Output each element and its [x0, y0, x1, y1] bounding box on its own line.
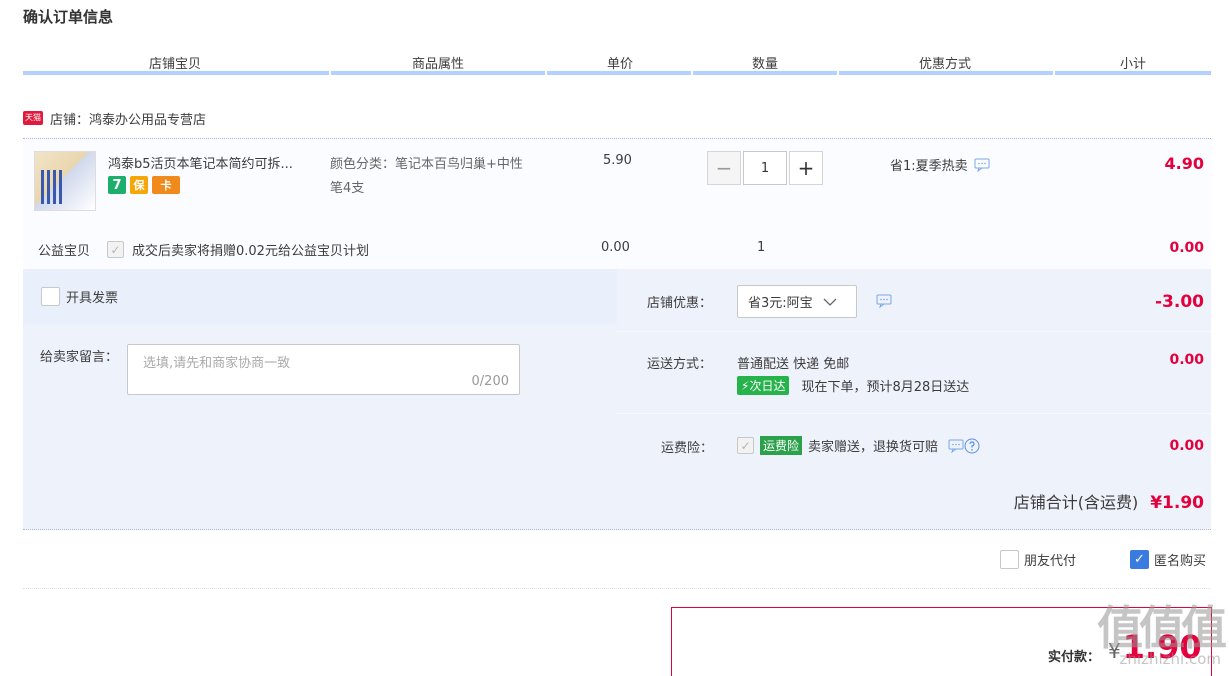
charity-quantity: 1 — [757, 240, 766, 255]
shop-discount-selected: 省3元:阿宝 — [748, 296, 813, 311]
shop-total: 店铺合计(含运费) ¥1.90 — [1014, 489, 1204, 513]
column-header-bar — [23, 71, 1211, 76]
divider — [617, 331, 1211, 332]
anonymous-checkbox[interactable]: ✓ — [1130, 550, 1149, 569]
payment-label: 实付款： — [1048, 650, 1101, 665]
column-header-unit-price: 单价 — [606, 57, 633, 72]
message-textarea[interactable]: 选填,请先和商家协商一致 0/200 — [127, 344, 520, 395]
friend-pay-checkbox[interactable] — [1000, 550, 1019, 569]
page-title: 确认订单信息 — [23, 8, 114, 26]
shop-discount-label: 店铺优惠： — [647, 296, 713, 311]
comment-icon[interactable] — [876, 294, 892, 308]
shop-name[interactable]: 店铺：鸿泰办公用品专营店 — [50, 109, 206, 128]
column-header-attributes: 商品属性 — [411, 57, 464, 72]
message-placeholder: 选填,请先和商家协商一致 — [143, 356, 291, 371]
charity-price: 0.00 — [601, 240, 630, 255]
qty-plus-button[interactable]: + — [789, 151, 823, 185]
divider — [617, 413, 1211, 414]
shipping-method: 普通配送 快递 免邮 — [737, 357, 850, 372]
product-attr-line1: 颜色分类：笔记本百鸟归巢+中性 — [330, 157, 523, 172]
charity-subtotal: 0.00 — [1169, 240, 1204, 256]
invoice-label: 开具发票 — [66, 291, 119, 306]
anonymous-option[interactable]: ✓ 匿名购买 — [1130, 550, 1206, 569]
product-attr-line2: 笔4支 — [330, 181, 365, 196]
insurance-label: 运费险： — [661, 441, 714, 456]
tmall-badge-icon: 天猫 — [23, 111, 43, 125]
column-header-subtotal: 小计 — [1119, 57, 1146, 72]
comment-icon[interactable] — [948, 439, 964, 453]
shipping-eta-row: ⚡次日达 现在下单，预计8月28日送达 — [737, 376, 969, 395]
credit-card-icon[interactable]: 卡 — [152, 176, 180, 194]
shipping-amount: 0.00 — [1169, 352, 1204, 368]
shop-discount-amount: -3.00 — [1155, 292, 1204, 312]
item-promo-text: 省1:夏季热卖 — [890, 159, 968, 174]
friend-pay-option[interactable]: 朋友代付 — [1000, 550, 1076, 569]
divider — [23, 588, 1211, 589]
column-header-quantity: 数量 — [751, 57, 778, 72]
qty-minus-button[interactable]: − — [707, 151, 741, 185]
shipping-eta: 现在下单，预计8月28日送达 — [801, 380, 970, 395]
message-counter: 0/200 — [471, 374, 509, 389]
guarantee-icon[interactable]: 保 — [130, 176, 148, 194]
item-subtotal: 4.90 — [1164, 154, 1204, 173]
qty-input[interactable]: 1 — [743, 151, 787, 185]
item-unit-price: 5.90 — [603, 153, 632, 168]
comment-icon[interactable] — [974, 158, 990, 172]
shipping-label: 运送方式： — [647, 357, 713, 372]
invoice-option[interactable]: 开具发票 — [41, 287, 118, 306]
help-icon[interactable] — [964, 438, 980, 454]
friend-pay-label: 朋友代付 — [1024, 554, 1077, 569]
charity-text: 成交后卖家将捐赠0.02元给公益宝贝计划 — [132, 244, 369, 259]
product-name-link[interactable]: 鸿泰b5活页本笔记本简约可拆... — [108, 153, 320, 172]
message-label: 给卖家留言： — [40, 350, 119, 365]
insurance-row: ✓ 运费险 卖家赠送，退换货可赔 — [737, 436, 980, 455]
shop-total-label: 店铺合计(含运费) — [1013, 493, 1139, 512]
charity-row: ✓ 成交后卖家将捐赠0.02元给公益宝贝计划 — [107, 240, 369, 259]
invoice-checkbox[interactable] — [41, 287, 60, 306]
product-tags: 7 保 卡 — [108, 176, 184, 194]
item-promo: 省1:夏季热卖 — [890, 155, 990, 174]
watermark-logo: 值值值 — [1097, 601, 1227, 655]
column-header-discount: 优惠方式 — [918, 57, 971, 72]
chevron-down-icon — [823, 298, 837, 306]
shop-total-amount: ¥1.90 — [1150, 493, 1204, 513]
insurance-badge: 运费险 — [760, 436, 803, 455]
shop-row: 天猫 店铺：鸿泰办公用品专营店 — [23, 108, 206, 128]
column-header-shop-item: 店铺宝贝 — [148, 57, 201, 72]
insurance-amount: 0.00 — [1169, 438, 1204, 454]
insurance-text: 卖家赠送，退换货可赔 — [808, 440, 939, 455]
watermark-site: zhizhizhi.com — [1119, 650, 1221, 668]
next-day-badge: ⚡次日达 — [737, 376, 790, 395]
charity-label: 公益宝贝 — [38, 244, 91, 259]
insurance-checkbox: ✓ — [737, 437, 754, 454]
quantity-stepper: − 1 + — [707, 151, 823, 185]
shop-discount-select[interactable]: 省3元:阿宝 — [737, 285, 857, 318]
seven-day-return-icon[interactable]: 7 — [108, 176, 126, 194]
product-thumbnail[interactable] — [34, 151, 96, 211]
anonymous-label: 匿名购买 — [1154, 554, 1207, 569]
charity-checkbox: ✓ — [107, 241, 124, 258]
